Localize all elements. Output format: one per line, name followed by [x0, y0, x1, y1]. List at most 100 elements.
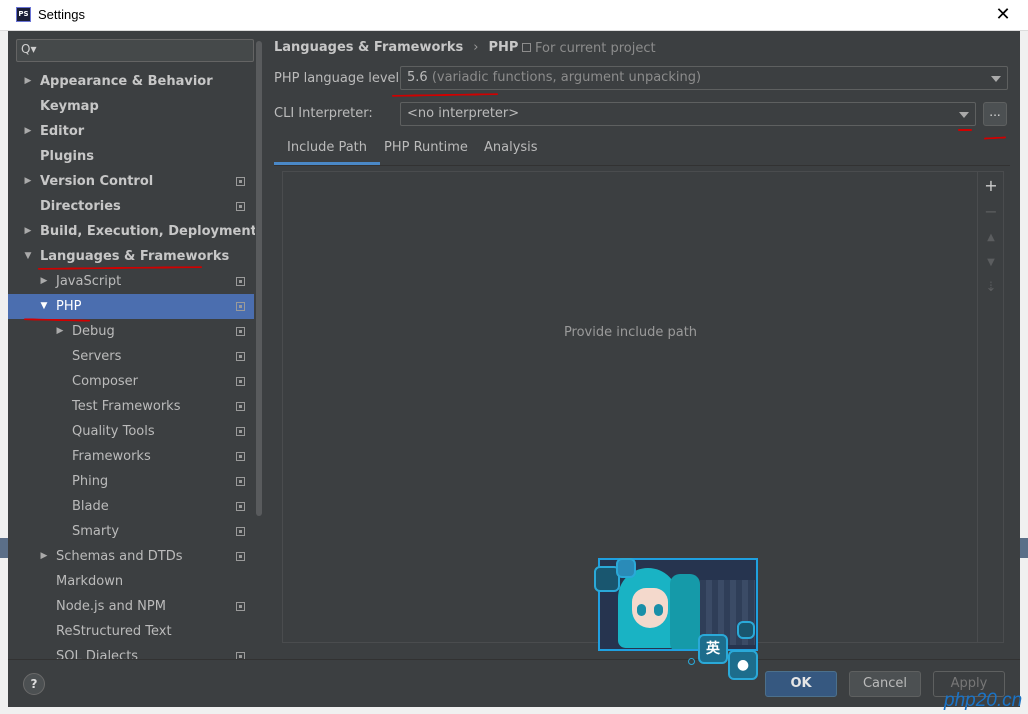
mascot-hex-icon: [737, 621, 755, 639]
sidebar-item-label: Phing: [72, 474, 109, 489]
tab-php-runtime[interactable]: PHP Runtime: [371, 135, 481, 165]
sidebar-item-phing[interactable]: Phing: [8, 469, 254, 494]
tab-analysis[interactable]: Analysis: [471, 135, 551, 165]
sidebar-item-label: Frameworks: [72, 449, 151, 464]
watermark: php20.cn: [944, 690, 1023, 711]
project-scope-icon: [236, 202, 245, 211]
sidebar-item-javascript[interactable]: ▶ JavaScript: [8, 269, 254, 294]
help-button[interactable]: ?: [23, 673, 45, 695]
sidebar-item-markdown[interactable]: Markdown: [8, 569, 254, 594]
remove-icon[interactable]: −: [983, 203, 999, 221]
sidebar-item-quality-tools[interactable]: Quality Tools: [8, 419, 254, 444]
project-scope-icon: [522, 43, 531, 52]
project-scope-icon: [236, 277, 245, 286]
project-scope-icon: [236, 327, 245, 336]
php-version-description: (variadic functions, argument unpacking): [431, 70, 702, 85]
browse-interpreter-button[interactable]: ...: [983, 102, 1007, 126]
sidebar-item-label: SQL Dialects: [56, 649, 139, 659]
cli-interpreter-select[interactable]: <no interpreter>: [400, 102, 976, 126]
settings-search-input[interactable]: Q▾: [16, 39, 254, 62]
title-bar: PS Settings ✕: [0, 0, 1028, 31]
sidebar-item-label: JavaScript: [56, 274, 122, 289]
sidebar-item-label: Build, Execution, Deployment: [40, 224, 257, 239]
collapsed-arrow-icon[interactable]: ▶: [22, 69, 34, 94]
sidebar-item-sql-dialects[interactable]: SQL Dialects: [8, 644, 254, 659]
move-down-icon[interactable]: ▼: [983, 254, 999, 272]
php-version-value: 5.6: [407, 70, 428, 85]
sidebar-item-label: Markdown: [56, 574, 124, 589]
project-scope-icon: [236, 652, 245, 659]
project-scope-icon: [236, 452, 245, 461]
settings-tree: ▶ Appearance & Behavior Keymap ▶ Editor Plugi…: [8, 69, 257, 659]
mascot-moon-icon[interactable]: ●: [728, 650, 758, 680]
sidebar-item-version-control[interactable]: ▶ Version Control: [8, 169, 254, 194]
sidebar-item-restructured-text[interactable]: ReStructured Text: [8, 619, 254, 644]
sidebar-item-label: Quality Tools: [72, 424, 155, 439]
sidebar-item-keymap[interactable]: Keymap: [8, 94, 254, 119]
sidebar-item-label: Debug: [72, 324, 115, 339]
project-scope-icon: [236, 352, 245, 361]
sidebar-item-servers[interactable]: Servers: [8, 344, 254, 369]
add-icon[interactable]: +: [983, 177, 999, 195]
ok-button[interactable]: OK: [765, 671, 837, 697]
collapsed-arrow-icon[interactable]: ▶: [22, 119, 34, 144]
project-scope-icon: [236, 402, 245, 411]
tab-include-path[interactable]: Include Path: [274, 135, 381, 165]
sidebar-item-label: Composer: [72, 374, 139, 389]
tabs-divider: [274, 165, 1010, 166]
sidebar-item-node-js-and-npm[interactable]: Node.js and NPM: [8, 594, 254, 619]
project-scope-icon: [236, 177, 245, 186]
sidebar-item-directories[interactable]: Directories: [8, 194, 254, 219]
cli-interpreter-label: CLI Interpreter:: [274, 106, 373, 121]
sidebar-item-appearance-behavior[interactable]: ▶ Appearance & Behavior: [8, 69, 254, 94]
sidebar-item-label: PHP: [56, 299, 82, 314]
sidebar-item-plugins[interactable]: Plugins: [8, 144, 254, 169]
close-icon[interactable]: ✕: [992, 4, 1014, 26]
phpstorm-app-icon: PS: [16, 7, 31, 22]
mascot-language-badge[interactable]: 英: [698, 634, 728, 664]
sidebar-item-label: Version Control: [40, 174, 154, 189]
include-path-empty-text: Provide include path: [563, 325, 698, 340]
chevron-down-icon: [991, 76, 1001, 82]
php-language-level-select[interactable]: 5.6 (variadic functions, argument unpack…: [400, 66, 1008, 90]
collapsed-arrow-icon[interactable]: ▶: [22, 219, 34, 244]
scrollbar-thumb[interactable]: [256, 41, 262, 516]
expanded-arrow-icon[interactable]: ▼: [38, 294, 50, 319]
sidebar-item-blade[interactable]: Blade: [8, 494, 254, 519]
sidebar-item-build-execution-deployment[interactable]: ▶ Build, Execution, Deployment: [8, 219, 257, 244]
expanded-arrow-icon[interactable]: ▼: [22, 244, 34, 269]
sidebar-item-label: ReStructured Text: [56, 624, 172, 639]
sidebar-item-php[interactable]: ▼ PHP: [8, 294, 254, 319]
collapsed-arrow-icon[interactable]: ▶: [38, 269, 50, 294]
sidebar-item-label: Node.js and NPM: [56, 599, 166, 614]
project-scope-icon: [236, 377, 245, 386]
breadcrumb-parent[interactable]: Languages & Frameworks: [274, 40, 463, 55]
project-scope-note: For current project: [522, 41, 656, 56]
window-title: Settings: [38, 7, 85, 22]
sidebar-item-label: Directories: [40, 199, 121, 214]
cancel-button[interactable]: Cancel: [849, 671, 921, 697]
sidebar-item-label: Blade: [72, 499, 109, 514]
project-scope-icon: [236, 477, 245, 486]
sidebar-item-debug[interactable]: ▶ Debug: [8, 319, 254, 344]
sidebar-item-label: Plugins: [40, 149, 94, 164]
sidebar-item-composer[interactable]: Composer: [8, 369, 254, 394]
breadcrumb: Languages & Frameworks › PHP: [274, 40, 518, 55]
sidebar-item-frameworks[interactable]: Frameworks: [8, 444, 254, 469]
sidebar-item-languages-frameworks[interactable]: ▼ Languages & Frameworks: [8, 244, 254, 269]
collapsed-arrow-icon[interactable]: ▶: [54, 319, 66, 344]
sidebar-item-test-frameworks[interactable]: Test Frameworks: [8, 394, 254, 419]
dialog-footer: ? OK Cancel Apply: [8, 659, 1020, 707]
annotation-underline: [958, 129, 972, 131]
project-scope-icon: [236, 602, 245, 611]
move-up-icon[interactable]: ▲: [983, 229, 999, 247]
sidebar-item-label: Test Frameworks: [72, 399, 181, 414]
sidebar-item-smarty[interactable]: Smarty: [8, 519, 254, 544]
sort-icon[interactable]: ⇣: [983, 279, 999, 297]
sidebar-scrollbar[interactable]: [255, 31, 263, 659]
cli-interpreter-value: <no interpreter>: [407, 106, 520, 121]
collapsed-arrow-icon[interactable]: ▶: [38, 544, 50, 569]
sidebar-item-editor[interactable]: ▶ Editor: [8, 119, 254, 144]
sidebar-item-schemas-and-dtds[interactable]: ▶ Schemas and DTDs: [8, 544, 254, 569]
collapsed-arrow-icon[interactable]: ▶: [22, 169, 34, 194]
